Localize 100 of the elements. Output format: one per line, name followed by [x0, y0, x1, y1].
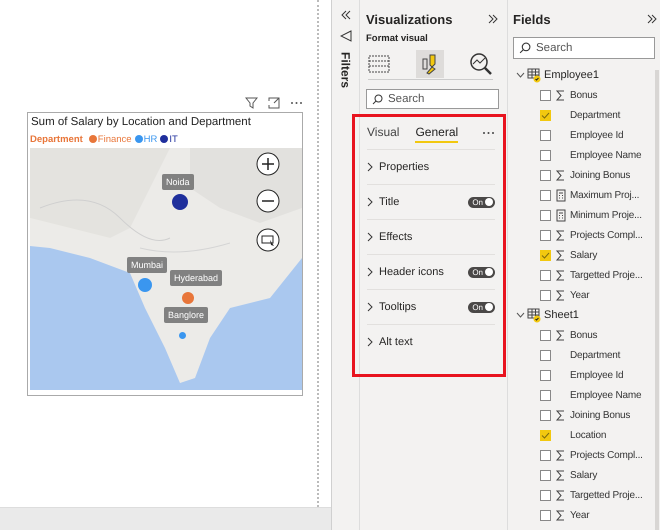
field-name[interactable]: Year [570, 510, 590, 520]
bubble-label: Noida [162, 174, 194, 190]
checkbox[interactable] [540, 390, 551, 400]
analytics-icon[interactable] [469, 52, 493, 76]
toggle-switch[interactable]: On [468, 302, 495, 312]
field-name[interactable]: Joining Bonus [570, 410, 630, 420]
checkbox[interactable] [540, 350, 551, 360]
sigma-icon [556, 410, 565, 420]
search-field[interactable]: Search [366, 89, 499, 109]
checkbox[interactable] [540, 90, 551, 100]
field-name[interactable]: Projects Compl... [570, 230, 643, 240]
field-name[interactable]: Maximum Proj... [570, 190, 640, 200]
checkbox[interactable] [540, 150, 551, 160]
field-name[interactable]: Salary [570, 470, 598, 480]
visual-title: Sum of Salary by Location and Department [30, 115, 252, 130]
field-name[interactable]: Joining Bonus [570, 170, 630, 180]
field-name[interactable]: Projects Compl... [570, 450, 643, 460]
search-icon [519, 42, 531, 54]
expand-icon[interactable] [646, 14, 658, 24]
field-name[interactable]: Employee Name [570, 150, 642, 160]
chevron-icon[interactable] [516, 312, 525, 318]
filter-icon[interactable] [245, 97, 258, 109]
sigma-icon [556, 330, 565, 340]
filter-icon [340, 30, 352, 42]
checkbox[interactable] [540, 110, 551, 120]
filters-pane[interactable]: Filters [332, 0, 360, 530]
field-name[interactable]: Bonus [570, 90, 598, 100]
section-label[interactable]: Effects [379, 231, 412, 243]
field-name[interactable]: Targetted Proje... [570, 270, 643, 280]
sigma-icon [556, 510, 565, 520]
more-icon[interactable] [482, 131, 495, 135]
checkbox[interactable] [540, 490, 551, 500]
checkbox[interactable] [540, 450, 551, 460]
bubble-label: Banglore [164, 307, 208, 323]
chevron-icon[interactable] [516, 72, 525, 78]
section-subtitle: Format visual [366, 33, 429, 44]
checkbox[interactable] [540, 210, 551, 220]
sigma-icon [556, 470, 565, 480]
sigma-icon [556, 90, 565, 100]
chevron-icon[interactable] [367, 267, 373, 277]
table-name[interactable]: Employee1 [544, 69, 600, 81]
field-name[interactable]: Department [570, 110, 620, 120]
table-name[interactable]: Sheet1 [544, 309, 579, 321]
search-field[interactable]: Search [513, 37, 655, 59]
sigma-icon [556, 250, 565, 260]
chevron-icon[interactable] [367, 337, 373, 347]
field-name[interactable]: Year [570, 290, 590, 300]
checkbox[interactable] [540, 170, 551, 180]
checkbox[interactable] [540, 250, 551, 260]
section-label[interactable]: Properties [379, 161, 430, 173]
collapse-icon[interactable] [340, 10, 352, 20]
field-name[interactable]: Bonus [570, 330, 598, 340]
zoom-out-icon[interactable] [256, 189, 280, 213]
tab[interactable]: Visual [367, 123, 400, 143]
legend-label: IT [169, 134, 178, 144]
field-name[interactable]: Salary [570, 250, 598, 260]
focus-mode-icon[interactable] [268, 97, 280, 109]
sigma-icon [556, 290, 565, 300]
zoom-in-icon[interactable] [256, 152, 280, 176]
checkbox[interactable] [540, 130, 551, 140]
field-name[interactable]: Employee Id [570, 370, 624, 380]
field-name[interactable]: Department [570, 350, 620, 360]
tab[interactable]: General [415, 123, 458, 143]
sigma-icon [556, 230, 565, 240]
checkbox[interactable] [540, 510, 551, 520]
build-visual-icon[interactable] [368, 54, 390, 74]
field-name[interactable]: Employee Id [570, 130, 624, 140]
section-label[interactable]: Title [379, 196, 400, 208]
checkbox[interactable] [540, 290, 551, 300]
checkbox[interactable] [540, 370, 551, 380]
sigma-icon [556, 450, 565, 460]
chevron-icon[interactable] [367, 302, 373, 312]
field-name[interactable]: Location [570, 430, 606, 440]
checkbox[interactable] [540, 330, 551, 340]
format-visual-tab[interactable] [416, 50, 444, 78]
chevron-icon[interactable] [367, 232, 373, 242]
field-name[interactable]: Targetted Proje... [570, 490, 643, 500]
more-icon[interactable] [290, 101, 303, 105]
chevron-icon[interactable] [367, 162, 373, 172]
bubble-label: Mumbai [127, 257, 168, 273]
section-label[interactable]: Header icons [379, 266, 444, 278]
toggle-switch[interactable]: On [468, 196, 495, 208]
checkbox[interactable] [540, 230, 551, 240]
toggle-switch[interactable]: On [468, 266, 495, 278]
select-icon[interactable] [256, 228, 280, 252]
checkbox[interactable] [540, 430, 551, 440]
checkbox[interactable] [540, 270, 551, 280]
legend-label: HR [144, 134, 158, 144]
field-name[interactable]: Employee Name [570, 390, 642, 400]
chevron-icon[interactable] [367, 197, 373, 207]
field-name[interactable]: Minimum Proje... [570, 210, 642, 220]
checkbox[interactable] [540, 190, 551, 200]
pane-title: Fields [513, 12, 551, 26]
checkbox[interactable] [540, 470, 551, 480]
sigma-icon [556, 490, 565, 500]
expand-icon[interactable] [487, 14, 499, 24]
section-label[interactable]: Alt text [379, 336, 413, 348]
bubble-label: Hyderabad [170, 270, 222, 286]
checkbox[interactable] [540, 410, 551, 420]
section-label[interactable]: Tooltips [379, 301, 416, 313]
